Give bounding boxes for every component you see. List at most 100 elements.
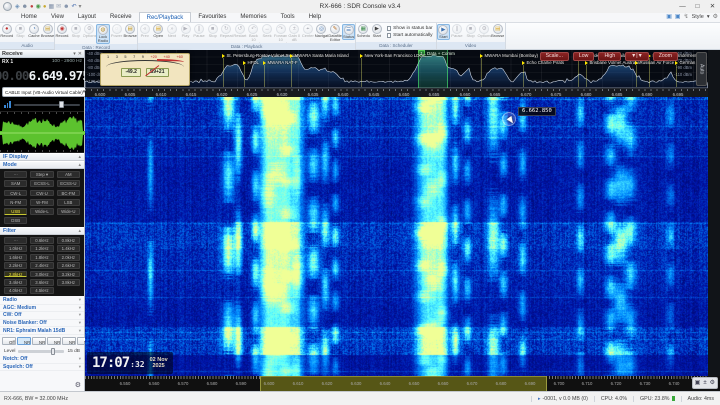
volume-slider[interactable] [14, 104, 81, 106]
frequency-display[interactable]: 00.006.649.975 [0, 65, 84, 86]
minimize-button[interactable]: — [675, 0, 690, 12]
waterfall-canvas[interactable] [85, 97, 708, 376]
nr-button[interactable]: NR4 [62, 337, 76, 345]
filter-button[interactable]: 2.4kHz [30, 262, 53, 269]
ribbon-button[interactable]: ■ Stop [14, 24, 28, 38]
ribbon-button[interactable]: ▶ Start [437, 24, 451, 40]
ribbon-button[interactable]: ↶ Back 10 seconds [247, 24, 261, 43]
ribbon-button[interactable]: ▦ Schedule [356, 24, 370, 38]
scheduler-checkbox[interactable]: Start automatically [387, 33, 433, 38]
filter-button[interactable]: 1.6kHz [4, 254, 27, 261]
filter-button[interactable]: 2.0kHz [57, 254, 80, 261]
ribbon-button[interactable]: ∥ Pause [450, 24, 464, 38]
ribbon-button[interactable]: « Prev [138, 24, 152, 38]
section-if-display[interactable]: IF Display ▴ [0, 153, 84, 161]
ribbon-tab[interactable]: Home [14, 12, 44, 22]
ribbon-button[interactable]: ⌖ Center [301, 24, 315, 38]
style-caret-icon[interactable]: ▾ [707, 14, 710, 20]
level-slider-handle[interactable] [51, 348, 56, 355]
ribbon-button[interactable]: ● Record [0, 24, 14, 38]
ribbon-button[interactable]: ☰ Status [342, 24, 356, 40]
panel-close-icon[interactable]: ✕ [78, 51, 82, 57]
frequency-marker[interactable]: HFDL [243, 60, 259, 65]
filter-button[interactable]: 2.6kHz [57, 262, 80, 269]
ribbon-tab[interactable]: Favourites [191, 12, 233, 22]
navigator-tool-button[interactable]: ± [703, 378, 706, 388]
filter-button[interactable]: 3.6kHz [30, 279, 53, 286]
view2-icon[interactable]: ▣ [675, 13, 681, 20]
level-slider[interactable] [18, 350, 64, 353]
mode-button[interactable]: ··· [4, 171, 27, 178]
filter-button[interactable]: 1.2kHz [30, 245, 53, 252]
spectrum-button[interactable]: ▼|▼ [625, 52, 649, 61]
frequency-marker[interactable]: St. Petersburg-Rostov Volmet Rusia [222, 53, 297, 58]
radio-option-row[interactable]: Noise Blanker: Off▾ [0, 320, 84, 328]
mode-button[interactable]: BC-FM [57, 190, 80, 197]
filter-button[interactable]: 3.4kHz [4, 279, 27, 286]
radio-option-row[interactable]: AGC: Medium▾ [0, 305, 84, 313]
frequency-marker[interactable]: New York-San Francisco LDOC [360, 53, 426, 58]
section-mode[interactable]: Mode ▴ [0, 161, 84, 169]
mode-button[interactable]: USB [4, 208, 27, 215]
frequency-marker[interactable]: MWARA NAT-F [263, 60, 298, 65]
mode-button[interactable]: LSB [57, 199, 80, 206]
frequency-marker[interactable]: MWARA Mumbai (Bombay) [480, 53, 538, 58]
ribbon-tab[interactable]: View [44, 12, 71, 22]
spectrum-button[interactable]: High [598, 52, 621, 61]
nr-button[interactable]: Off [2, 337, 16, 345]
ribbon-tab[interactable]: Tools [274, 12, 302, 22]
spectrum-button[interactable]: Zoom [653, 52, 678, 61]
radio-option-row[interactable]: CW: Off▾ [0, 312, 84, 320]
ribbon-button[interactable]: ■ Stop [69, 24, 83, 38]
ribbon-button[interactable]: ■ Stop [464, 24, 478, 38]
ribbon-button[interactable]: ◔ Cache [27, 24, 41, 38]
spectrum-button[interactable]: Scale... [540, 52, 569, 61]
mode-button[interactable]: N-FM [4, 199, 27, 206]
filter-button[interactable]: 2.8kHz [4, 271, 27, 278]
section-filter[interactable]: Filter ▴ [0, 227, 84, 235]
ribbon-button[interactable]: ◌ Power [110, 24, 124, 38]
ribbon-button[interactable]: ⚙ Options [477, 24, 491, 38]
filter-button[interactable]: ··· [4, 237, 27, 244]
ribbon-tab[interactable]: Layout [71, 12, 103, 22]
radio-option-row[interactable]: Squelch: Off▾ [0, 364, 84, 372]
nr-button[interactable]: NR1 [17, 337, 31, 345]
filter-button[interactable]: 3.2kHz [57, 271, 80, 278]
band-navigator[interactable]: 6.5506.5606.5706.5806.5906.6006.6106.620… [85, 376, 720, 391]
ribbon-button[interactable]: ↺ Restart [233, 24, 247, 38]
close-button[interactable]: ✕ [705, 0, 720, 12]
ribbon-tab[interactable]: Receive [103, 12, 139, 22]
volume-slider-handle[interactable] [59, 101, 64, 108]
ribbon-button[interactable]: ◉ Record... [55, 24, 69, 38]
clock-overlay[interactable]: 17:07:32 02 Nov 2025 [87, 352, 173, 374]
ribbon-button[interactable]: ↷ Forward 10 seconds [274, 24, 288, 43]
filter-button[interactable]: 1.4kHz [57, 245, 80, 252]
ribbon-button[interactable]: ▶ Play [179, 24, 193, 38]
filter-button[interactable]: 4.0kHz [4, 287, 27, 294]
scheduler-checkbox[interactable]: Show in status bar [387, 26, 433, 31]
settings-gear-icon[interactable]: ⚙ [713, 13, 718, 20]
ribbon-button[interactable]: ▤ Browse [123, 24, 137, 38]
radio-option-row[interactable]: Notch: Off▾ [0, 356, 84, 364]
style-menu[interactable]: Style [692, 14, 704, 20]
filter-button[interactable]: 4.5kHz [30, 287, 53, 294]
maximize-button[interactable]: □ [690, 0, 705, 12]
spectrum-button[interactable]: Low [573, 52, 595, 61]
ribbon-tab[interactable]: Memories [233, 12, 273, 22]
ribbon-button[interactable]: ▶ Start [370, 24, 384, 38]
mode-button[interactable]: Wide-L [30, 208, 53, 215]
ribbon-button[interactable]: ▤ Browse [41, 24, 55, 38]
panel-collapse-icon[interactable]: ▾ [73, 51, 76, 57]
filter-button[interactable]: 1.0kHz [4, 245, 27, 252]
ribbon-button[interactable]: » Next [165, 24, 179, 38]
frequency-scale[interactable]: 6.6006.6056.6106.6156.6206.6256.6306.635… [85, 88, 708, 97]
navigator-tool-button[interactable]: ⚙ [710, 378, 715, 388]
view-icon[interactable]: ▣ [666, 13, 672, 20]
panel-gear-icon[interactable]: ⚙ [75, 381, 81, 389]
filter-button[interactable]: 3.0kHz [30, 271, 53, 278]
filter-button[interactable]: 3.8kHz [57, 279, 80, 286]
ribbon-button[interactable]: ■ Stop [206, 24, 220, 38]
ribbon-button[interactable]: ± Gain 0 dB [287, 24, 301, 42]
ribbon-button[interactable]: ↔ Seek [260, 24, 274, 38]
navigator-tool-button[interactable]: ▣ [695, 378, 701, 388]
